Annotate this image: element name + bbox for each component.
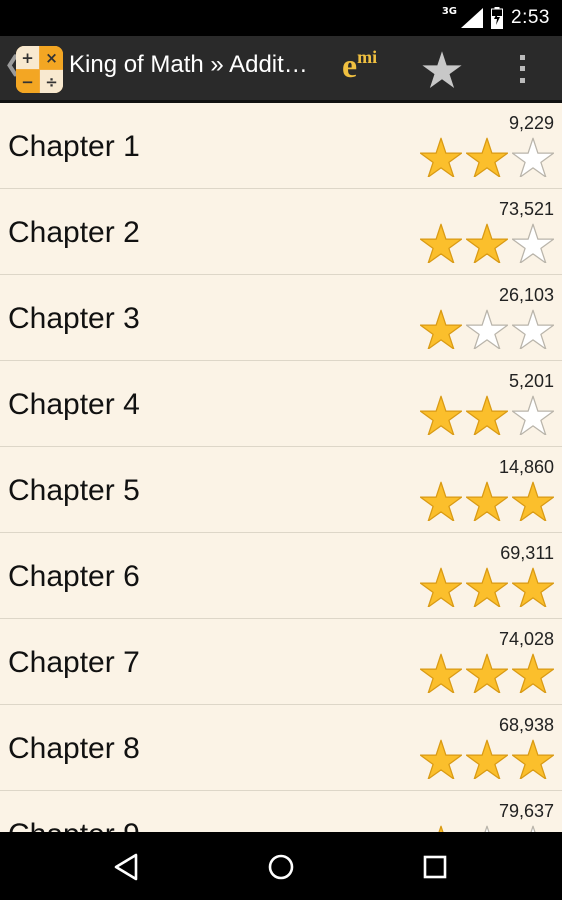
star-filled-icon [420, 395, 462, 435]
chapter-row[interactable]: Chapter 1 9,229 [0, 103, 562, 189]
star-filled-icon [512, 653, 554, 693]
star-rating [420, 137, 554, 177]
star-rating [420, 395, 554, 435]
star-filled-icon [512, 481, 554, 521]
star-empty-icon [466, 309, 508, 349]
star-empty-icon [512, 137, 554, 177]
chapter-score: 5,201 [508, 371, 554, 391]
star-filled-icon [512, 567, 554, 607]
chapter-title: Chapter 6 [8, 560, 140, 593]
chapter-score: 69,311 [500, 543, 554, 563]
star-rating [420, 309, 554, 349]
chapter-row[interactable]: Chapter 8 68,938 [0, 705, 562, 791]
chapter-score: 9,229 [508, 113, 554, 133]
star-filled-icon [420, 137, 462, 177]
overflow-menu-icon[interactable] [512, 52, 532, 86]
star-filled-icon [466, 481, 508, 521]
star-rating [420, 481, 554, 521]
chapter-row[interactable]: Chapter 7 74,028 [0, 619, 562, 705]
star-filled-icon [466, 567, 508, 607]
emi-superscript: mi [357, 47, 378, 67]
battery-icon [491, 7, 504, 29]
chapter-title: Chapter 7 [8, 646, 140, 679]
chapter-row[interactable]: Chapter 5 14,860 [0, 447, 562, 533]
star-filled-icon [466, 223, 508, 263]
chapter-score: 68,938 [498, 715, 554, 735]
logo-times: × [40, 46, 63, 69]
chapter-title: Chapter 5 [8, 474, 140, 507]
signal-icon [461, 8, 484, 28]
chapter-title: Chapter 9 [8, 818, 140, 832]
star-rating [420, 825, 554, 832]
clock: 2:53 [511, 7, 550, 28]
emi-logo[interactable]: emi [342, 47, 378, 86]
star-filled-icon [466, 137, 508, 177]
star-filled-icon [466, 653, 508, 693]
star-filled-icon [420, 567, 462, 607]
app-logo-icon[interactable]: + × − ÷ [16, 46, 63, 93]
star-filled-icon [420, 309, 462, 349]
star-empty-icon [512, 309, 554, 349]
chapter-title: Chapter 3 [8, 302, 140, 335]
star-filled-icon [466, 739, 508, 779]
chapter-list: Chapter 1 9,229 Chapter 2 73,521 Chapter 3 26… [0, 103, 562, 832]
chapter-title: Chapter 2 [8, 216, 140, 249]
star-filled-icon [512, 739, 554, 779]
chapter-score: 73,521 [498, 199, 554, 219]
star-icon[interactable] [422, 50, 462, 88]
chapter-title: Chapter 1 [8, 130, 140, 163]
logo-plus: + [16, 46, 39, 69]
star-rating [420, 739, 554, 779]
navigation-bar [0, 832, 562, 900]
chapter-row[interactable]: Chapter 9 79,637 [0, 791, 562, 832]
chapter-row[interactable]: Chapter 4 5,201 [0, 361, 562, 447]
chapter-row[interactable]: Chapter 3 26,103 [0, 275, 562, 361]
star-empty-icon [484, 825, 490, 832]
chapter-score: 79,637 [498, 801, 554, 821]
logo-divide: ÷ [40, 70, 63, 93]
star-rating [420, 567, 554, 607]
logo-minus: − [16, 70, 39, 93]
star-filled-icon [420, 223, 462, 263]
action-bar: ❮ + × − ÷ King of Math » Addit… emi [0, 36, 562, 103]
star-filled-icon [420, 653, 462, 693]
star-filled-icon [438, 825, 444, 832]
chapter-title: Chapter 8 [8, 732, 140, 765]
chapter-score: 74,028 [498, 629, 554, 649]
star-filled-icon [466, 395, 508, 435]
star-rating [420, 653, 554, 693]
back-icon[interactable] [108, 849, 144, 885]
emi-letter: e [342, 48, 358, 85]
chapter-score: 26,103 [498, 285, 554, 305]
chapter-score: 14,860 [498, 457, 554, 477]
page-title[interactable]: King of Math » Addit… [69, 51, 308, 79]
star-filled-icon [420, 739, 462, 779]
star-filled-icon [420, 481, 462, 521]
star-empty-icon [512, 395, 554, 435]
network-type: 3G [441, 5, 458, 17]
status-bar: 3G 2:53 [0, 0, 562, 36]
recents-icon[interactable] [417, 849, 453, 885]
chapter-title: Chapter 4 [8, 388, 140, 421]
home-icon[interactable] [263, 849, 299, 885]
chapter-row[interactable]: Chapter 6 69,311 [0, 533, 562, 619]
star-rating [420, 223, 554, 263]
star-empty-icon [512, 223, 554, 263]
chapter-row[interactable]: Chapter 2 73,521 [0, 189, 562, 275]
star-empty-icon [530, 825, 536, 832]
